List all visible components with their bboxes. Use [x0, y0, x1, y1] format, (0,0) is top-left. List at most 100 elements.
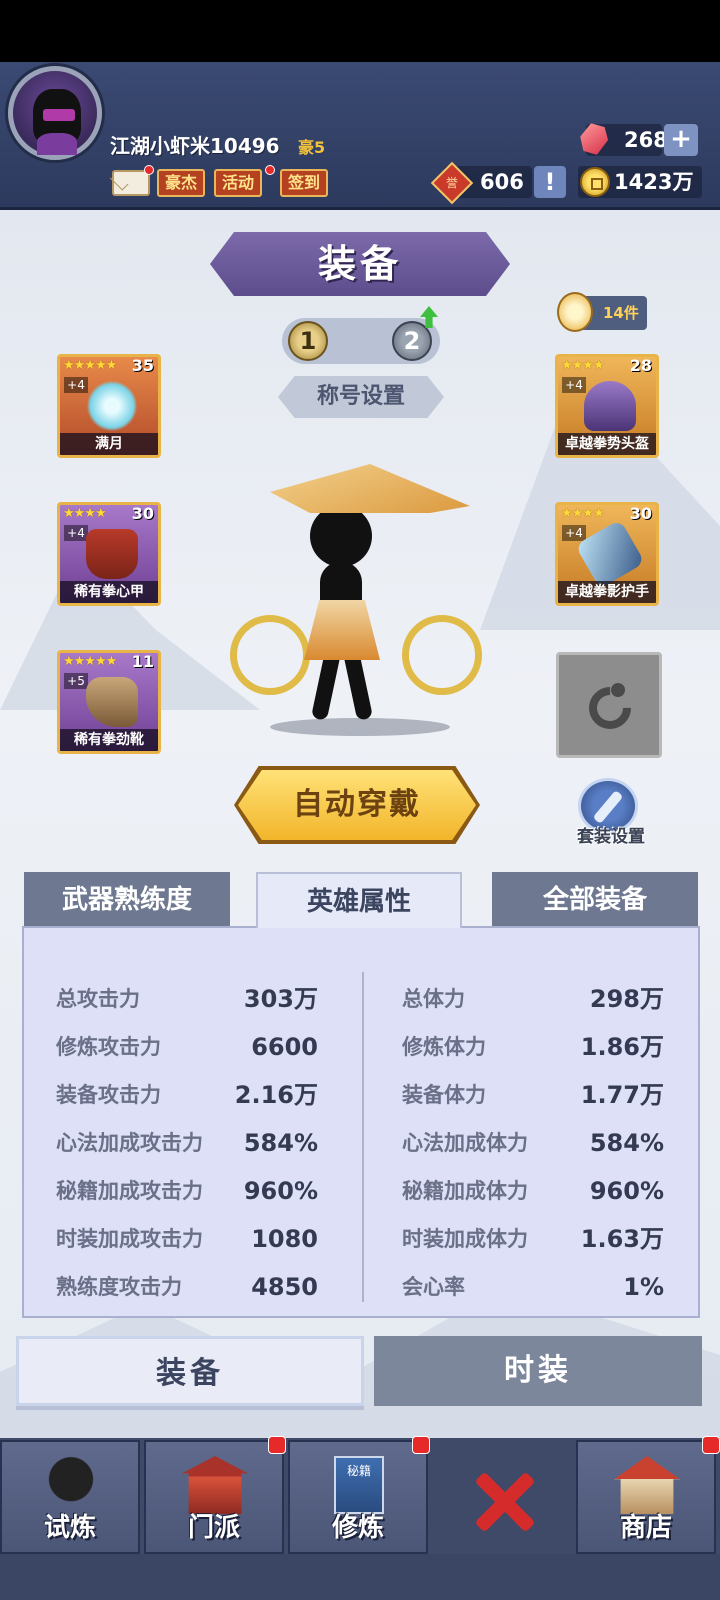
stat-row: 修炼攻击力 6600 — [56, 1032, 318, 1062]
stat-row: 心法加成攻击力 584% — [56, 1128, 318, 1158]
equipment-title-banner: 装备 — [210, 232, 510, 296]
loadout-1-button[interactable]: 1 — [288, 321, 328, 361]
add-gems-button[interactable]: + — [664, 124, 698, 156]
stat-value: 1080 — [251, 1225, 318, 1253]
item-name: 卓越拳势头盔 — [558, 433, 656, 455]
activity-button[interactable]: 活动 — [214, 169, 263, 197]
mail-notification-dot — [144, 165, 154, 175]
nav-shop[interactable]: 商店 — [576, 1440, 716, 1554]
stat-value: 960% — [589, 1177, 664, 1205]
nav-label: 修炼 — [331, 1513, 384, 1543]
stat-row: 秘籍加成体力 960% — [402, 1176, 664, 1206]
set-count: 14件 — [603, 304, 639, 322]
stat-row: 总攻击力 303万 — [56, 984, 318, 1014]
tab-weapon-proficiency[interactable]: 武器熟练度 — [24, 872, 230, 928]
tab-all-equipment[interactable]: 全部装备 — [492, 872, 698, 928]
stat-row: 总体力 298万 — [402, 984, 664, 1014]
item-level: 30 — [131, 504, 154, 523]
tab-hero-attributes[interactable]: 英雄属性 — [256, 872, 462, 928]
stat-value: 584% — [243, 1129, 318, 1157]
rarity-stars: ★★★★ — [63, 506, 107, 521]
mail-icon[interactable] — [112, 170, 150, 196]
equip-slot-gloves[interactable]: ★★★★ 30 +4 卓越拳影护手 — [555, 502, 659, 606]
temple-gate-icon — [182, 1456, 248, 1514]
rank-tag: 豪5 — [298, 138, 326, 157]
stat-row: 装备体力 1.77万 — [402, 1080, 664, 1110]
auto-equip-button[interactable]: 自动穿戴 — [238, 770, 476, 840]
item-level: 35 — [131, 356, 154, 375]
status-bar — [0, 0, 720, 62]
heroes-button[interactable]: 豪杰 — [157, 169, 206, 197]
nav-label: 商店 — [619, 1513, 672, 1543]
scroll-icon — [557, 292, 593, 332]
equip-slot-empty[interactable] — [556, 652, 662, 758]
stat-value: 584% — [589, 1129, 664, 1157]
nav-trial[interactable]: 试炼 — [0, 1440, 140, 1554]
loadout-switch: 1 2 — [282, 306, 440, 364]
nav-bottom-strip — [0, 1554, 720, 1600]
page-title: 装备 — [317, 242, 402, 286]
enhance-level: +5 — [64, 673, 88, 689]
enhance-level: +4 — [562, 525, 586, 541]
stat-value: 1.86万 — [580, 1033, 664, 1061]
nav-label: 试炼 — [43, 1513, 96, 1543]
straw-hat — [270, 464, 470, 513]
stat-value: 298万 — [589, 985, 664, 1013]
stat-label: 总体力 — [402, 987, 465, 1011]
shop-notification-dot — [702, 1436, 720, 1454]
ninja-icon — [38, 1456, 104, 1514]
empty-dot-icon — [611, 683, 625, 697]
avatar-body — [37, 133, 77, 155]
enhance-level: +4 — [64, 525, 88, 541]
stat-row: 时装加成攻击力 1080 — [56, 1224, 318, 1254]
stat-label: 装备攻击力 — [56, 1083, 161, 1107]
rarity-stars: ★★★★★ — [63, 654, 117, 669]
nav-cultivate[interactable]: 秘籍 修炼 — [288, 1440, 428, 1554]
equip-slot-armor[interactable]: ★★★★ 30 +4 稀有拳心甲 — [57, 502, 161, 606]
stat-label: 时装加成体力 — [402, 1227, 528, 1251]
equip-slot-helmet[interactable]: ★★★★ 28 +4 卓越拳势头盔 — [555, 354, 659, 458]
stat-row: 熟练度攻击力 4850 — [56, 1272, 318, 1302]
item-name: 满月 — [60, 433, 158, 455]
manual-book-icon: 秘籍 — [334, 1456, 384, 1514]
stat-label: 秘籍加成攻击力 — [56, 1179, 203, 1203]
equip-slot-boots[interactable]: ★★★★★ 11 +5 稀有拳劲靴 — [57, 650, 161, 754]
stat-value: 1% — [623, 1273, 664, 1301]
set-collection-badge[interactable]: 14件 — [557, 292, 647, 332]
enhance-level: +4 — [562, 377, 586, 393]
title-setting-button[interactable]: 称号设置 — [278, 376, 444, 418]
shop-icon — [614, 1456, 680, 1514]
sign-in-button[interactable]: 签到 — [280, 169, 329, 197]
rarity-stars: ★★★★ — [561, 358, 605, 373]
empty-ring-icon — [580, 678, 640, 738]
nav-sect[interactable]: 门派 — [144, 1440, 284, 1554]
hero-stats-panel: 总攻击力 303万 修炼攻击力 6600 装备攻击力 2.16万 心法加成攻击力 584… — [22, 926, 700, 1318]
stat-label: 会心率 — [402, 1275, 465, 1299]
tab-equipment[interactable]: 装备 — [16, 1336, 364, 1406]
enhance-level: +4 — [64, 377, 88, 393]
stat-label: 熟练度攻击力 — [56, 1275, 182, 1299]
hero-shadow — [270, 718, 450, 736]
stat-label: 修炼攻击力 — [56, 1035, 161, 1059]
armor-icon — [86, 529, 138, 579]
close-icon[interactable] — [474, 1470, 534, 1530]
wrench-icon — [592, 789, 624, 825]
player-name: 江湖小虾米10496 — [110, 134, 280, 158]
player-avatar[interactable] — [8, 66, 102, 160]
boots-icon — [86, 677, 138, 727]
stat-value: 6600 — [251, 1033, 318, 1061]
item-level: 28 — [629, 356, 652, 375]
stat-label: 心法加成攻击力 — [56, 1131, 203, 1155]
crescent-moon-icon — [86, 381, 138, 431]
tab-fashion[interactable]: 时装 — [374, 1336, 702, 1406]
stat-label: 修炼体力 — [402, 1035, 486, 1059]
item-level: 11 — [131, 652, 154, 671]
info-button[interactable]: ! — [534, 166, 566, 198]
stats-divider — [362, 972, 364, 1302]
item-name: 稀有拳劲靴 — [60, 729, 158, 751]
stat-value: 1.63万 — [580, 1225, 664, 1253]
equip-slot-weapon[interactable]: ★★★★★ 35 +4 满月 — [57, 354, 161, 458]
hero-robe — [304, 600, 380, 660]
coin-icon — [580, 167, 610, 197]
stat-label: 心法加成体力 — [402, 1131, 528, 1155]
